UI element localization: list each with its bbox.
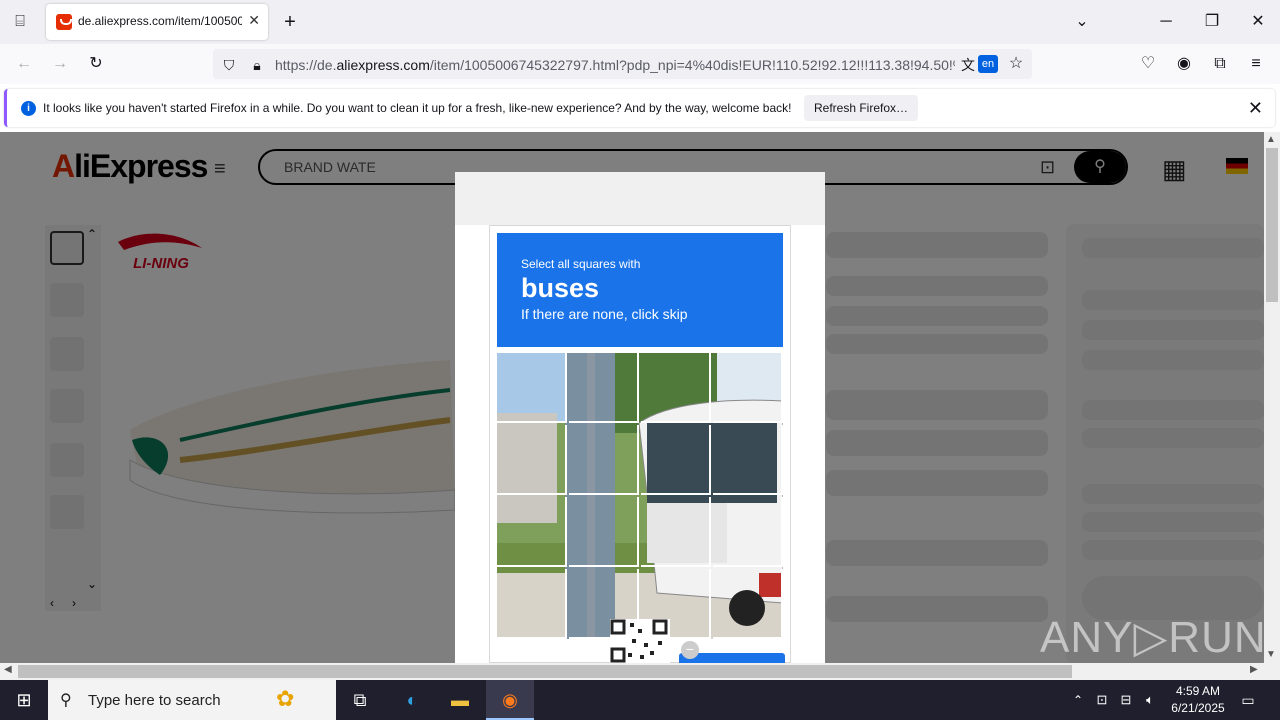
tab-title: de.aliexpress.com/item/100500 bbox=[78, 14, 242, 28]
info-icon: i bbox=[21, 101, 36, 116]
taskbar-search-placeholder: Type here to search bbox=[88, 692, 221, 709]
translate-language-badge[interactable]: en bbox=[978, 55, 998, 73]
url-domain: aliexpress.com bbox=[336, 57, 430, 73]
anyrun-watermark: ANY▷RUN bbox=[1040, 613, 1267, 662]
captcha-tile[interactable] bbox=[641, 425, 711, 495]
translate-icon[interactable]: 文 bbox=[958, 55, 978, 75]
reload-icon[interactable]: ↻ bbox=[86, 54, 106, 74]
captcha-skip-hint: If there are none, click skip bbox=[521, 306, 688, 322]
captcha-tile[interactable] bbox=[497, 425, 567, 495]
tray-overflow-icon[interactable]: ⌃ bbox=[1066, 680, 1090, 720]
search-highlight-flowers-icon: ✿ bbox=[276, 686, 295, 711]
scroll-up-icon[interactable]: ▲ bbox=[1266, 134, 1276, 145]
qr-code-image bbox=[610, 619, 670, 663]
windows-start-icon[interactable]: ⊞ bbox=[0, 680, 48, 720]
captcha-tile[interactable] bbox=[713, 497, 783, 567]
clock-time: 4:59 AM bbox=[1175, 684, 1221, 698]
notification-message: It looks like you haven't started Firefo… bbox=[43, 101, 792, 115]
search-icon: ⚲ bbox=[60, 692, 72, 709]
tab-overview-icon[interactable]: ⌸ bbox=[10, 12, 30, 32]
task-view-icon[interactable]: ⧉ bbox=[336, 680, 384, 720]
url-prefix: https://de. bbox=[275, 57, 337, 73]
bookmark-star-icon[interactable]: ☆ bbox=[1006, 54, 1026, 74]
captcha-tile[interactable] bbox=[569, 425, 639, 495]
scroll-right-icon[interactable]: ▶ bbox=[1250, 664, 1258, 675]
firefox-taskbar-icon[interactable]: ◉ bbox=[486, 680, 534, 720]
aliexpress-favicon bbox=[56, 14, 72, 30]
captcha-tile[interactable] bbox=[641, 497, 711, 567]
captcha-tile[interactable] bbox=[497, 569, 567, 639]
captcha-tile[interactable] bbox=[713, 425, 783, 495]
clock-date: 6/21/2025 bbox=[1171, 701, 1225, 715]
captcha-top-bar bbox=[455, 172, 825, 225]
shield-icon[interactable]: ⛉ bbox=[220, 55, 238, 75]
captcha-tile[interactable] bbox=[569, 353, 639, 423]
back-icon[interactable]: ← bbox=[14, 54, 34, 74]
url-path: /item/1005006745322797.html?pdp_npi=4%40… bbox=[429, 57, 955, 73]
captcha-instructions: Select all squares with buses If there a… bbox=[497, 233, 783, 347]
tray-app-icon[interactable]: ⊡ bbox=[1090, 680, 1114, 720]
captcha-image-grid bbox=[497, 353, 783, 639]
tab-close-icon[interactable]: ✕ bbox=[248, 12, 260, 29]
list-tabs-chevron-icon[interactable]: ⌄ bbox=[1072, 12, 1092, 32]
url-text[interactable]: https://de.aliexpress.com/item/100500674… bbox=[275, 57, 955, 73]
minus-icon[interactable]: − bbox=[681, 641, 699, 659]
captcha-tile[interactable] bbox=[713, 569, 783, 639]
account-icon[interactable]: ◉ bbox=[1174, 54, 1194, 74]
refresh-firefox-notification: i It looks like you haven't started Fire… bbox=[4, 89, 1275, 127]
captcha-tile[interactable] bbox=[497, 497, 567, 567]
captcha-target-word: buses bbox=[521, 273, 600, 303]
minimize-icon[interactable]: ─ bbox=[1156, 12, 1176, 32]
scroll-left-icon[interactable]: ◀ bbox=[4, 664, 12, 675]
scroll-down-icon[interactable]: ▼ bbox=[1266, 649, 1276, 660]
taskbar-search-box[interactable]: ⚲ Type here to search ✿ bbox=[48, 680, 336, 720]
new-tab-icon[interactable]: + bbox=[280, 12, 300, 32]
window-close-icon[interactable]: ✕ bbox=[1248, 12, 1268, 32]
pocket-icon[interactable]: ♡ bbox=[1138, 54, 1158, 74]
volume-icon[interactable]: 🔈︎ bbox=[1138, 680, 1162, 720]
captcha-tile[interactable] bbox=[641, 353, 711, 423]
extensions-icon[interactable]: ⧉ bbox=[1210, 54, 1230, 74]
menu-icon[interactable]: ≡ bbox=[1246, 54, 1266, 74]
network-icon[interactable]: ⊟ bbox=[1114, 680, 1138, 720]
captcha-instruction-line: Select all squares with bbox=[521, 257, 641, 271]
lock-icon[interactable]: 🔒︎ bbox=[248, 55, 266, 75]
edge-icon[interactable]: ◐ bbox=[388, 680, 436, 720]
refresh-firefox-button[interactable]: Refresh Firefox… bbox=[804, 95, 918, 121]
notifications-icon[interactable]: ▭ bbox=[1236, 680, 1260, 720]
forward-icon[interactable]: → bbox=[50, 54, 70, 74]
restore-icon[interactable]: ❐ bbox=[1202, 12, 1222, 32]
notification-close-icon[interactable]: ✕ bbox=[1248, 98, 1263, 119]
captcha-tile[interactable] bbox=[713, 353, 783, 423]
file-explorer-icon[interactable]: ▬ bbox=[436, 680, 484, 720]
horizontal-scroll-thumb[interactable] bbox=[18, 665, 1072, 678]
active-tab[interactable]: de.aliexpress.com/item/100500 ✕ bbox=[46, 4, 268, 40]
vertical-scroll-thumb[interactable] bbox=[1266, 148, 1278, 302]
taskbar-clock[interactable]: 4:59 AM 6/21/2025 bbox=[1160, 683, 1236, 717]
captcha-tile[interactable] bbox=[569, 497, 639, 567]
captcha-tile[interactable] bbox=[497, 353, 567, 423]
